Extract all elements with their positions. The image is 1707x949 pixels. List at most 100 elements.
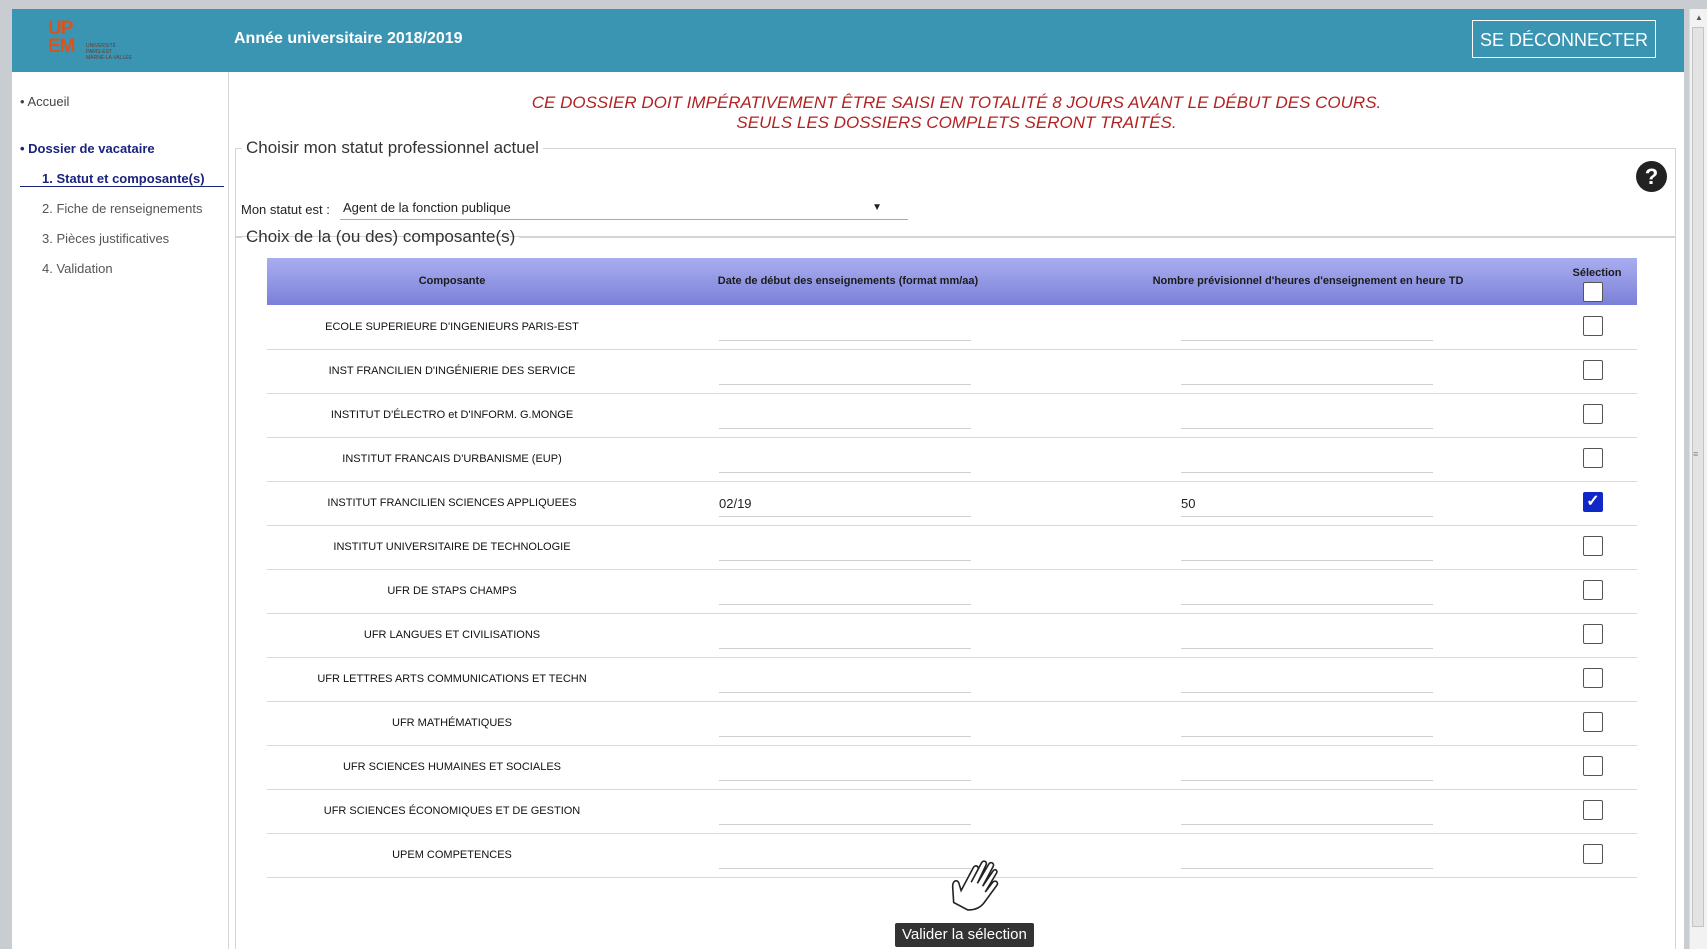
start-date-input[interactable] xyxy=(719,535,971,561)
hours-input[interactable] xyxy=(1181,667,1433,693)
logout-button[interactable]: SE DÉCONNECTER xyxy=(1471,20,1656,58)
status-fieldset: Choisir mon statut professionnel actuel xyxy=(235,138,1676,237)
table-row: INSTITUT FRANCAIS D'URBANISME (EUP) xyxy=(267,437,1637,482)
academic-year-title: Année universitaire 2018/2019 xyxy=(234,30,463,47)
table-row: UFR DE STAPS CHAMPS xyxy=(267,569,1637,614)
composante-name: ECOLE SUPERIEURE D'INGENIEURS PARIS-EST xyxy=(325,321,579,333)
start-date-input[interactable] xyxy=(719,447,971,473)
step-label: Pièces justificatives xyxy=(56,231,170,246)
start-date-input[interactable] xyxy=(719,755,971,781)
warning-line-1: CE DOSSIER DOIT IMPÉRATIVEMENT ÊTRE SAIS… xyxy=(531,93,1382,112)
sidebar-item-label: Accueil xyxy=(27,94,70,109)
selection-checkbox[interactable] xyxy=(1583,360,1603,380)
composante-name: UFR SCIENCES ÉCONOMIQUES ET DE GESTION xyxy=(323,805,581,817)
sidebar-step-2[interactable]: 2. Fiche de renseignements xyxy=(42,201,202,216)
start-date-input[interactable] xyxy=(719,667,971,693)
step-number: 1. xyxy=(42,171,53,186)
selection-checkbox[interactable] xyxy=(1583,844,1603,864)
hand-pointer-icon xyxy=(950,853,1010,922)
page-scrollbar[interactable]: ▲ ≡ xyxy=(1689,9,1707,949)
selection-checkbox[interactable] xyxy=(1583,580,1603,600)
components-legend: Choix de la (ou des) composante(s) xyxy=(246,227,516,246)
selection-checkbox[interactable] xyxy=(1583,756,1603,776)
hours-input[interactable] xyxy=(1181,799,1433,825)
sidebar-step-3[interactable]: 3. Pièces justificatives xyxy=(42,231,169,246)
sidebar-item-label: Dossier de vacataire xyxy=(28,141,155,156)
hours-input[interactable] xyxy=(1181,403,1433,429)
status-label: Mon statut est : xyxy=(241,202,330,217)
selection-checkbox[interactable] xyxy=(1583,448,1603,468)
selection-checkbox[interactable] xyxy=(1583,712,1603,732)
table-row: UFR SCIENCES ÉCONOMIQUES ET DE GESTION xyxy=(267,789,1637,834)
selection-checkbox[interactable] xyxy=(1583,316,1603,336)
composante-name: UFR LETTRES ARTS COMMUNICATIONS ET TECHN xyxy=(317,673,587,685)
selection-checkbox[interactable]: ✓ xyxy=(1583,492,1603,512)
composante-name: UFR SCIENCES HUMAINES ET SOCIALES xyxy=(342,761,561,773)
composante-name: INSTITUT FRANCILIEN SCIENCES APPLIQUEES xyxy=(327,497,577,509)
start-date-input[interactable] xyxy=(719,315,971,341)
hours-input[interactable] xyxy=(1181,711,1433,737)
hours-input[interactable] xyxy=(1181,535,1433,561)
scroll-up-arrow-icon[interactable]: ▲ xyxy=(1695,13,1703,22)
column-header-composante: Composante xyxy=(418,275,486,287)
sidebar-item-home[interactable]: • Accueil xyxy=(20,94,69,109)
start-date-input[interactable] xyxy=(719,799,971,825)
composante-name: UFR LANGUES ET CIVILISATIONS xyxy=(363,629,541,641)
upem-logo[interactable]: UP EM UNIVERSITÉ PARIS-EST MARNE-LA-VALL… xyxy=(48,18,158,64)
start-date-input[interactable] xyxy=(719,711,971,737)
composante-name: UFR DE STAPS CHAMPS xyxy=(387,585,517,597)
hours-input[interactable]: 50 xyxy=(1181,491,1433,517)
composante-name: INSTITUT D'ÉLECTRO et D'INFORM. G.MONGE xyxy=(330,409,574,421)
column-header-selection: Sélection xyxy=(1572,267,1622,279)
sidebar-step-4[interactable]: 4. Validation xyxy=(42,261,113,276)
start-date-input[interactable] xyxy=(719,579,971,605)
composante-name: INST FRANCILIEN D'INGÉNIERIE DES SERVICE xyxy=(328,365,576,377)
composante-name: UPEM COMPETENCES xyxy=(392,849,512,861)
selection-checkbox[interactable] xyxy=(1583,800,1603,820)
step-number: 4. xyxy=(42,261,53,276)
caret-down-icon: ▼ xyxy=(872,202,882,213)
start-date-input[interactable] xyxy=(719,359,971,385)
start-date-input[interactable] xyxy=(719,843,971,869)
start-date-input[interactable] xyxy=(719,623,971,649)
composante-name: UFR MATHÉMATIQUES xyxy=(392,717,512,729)
top-bar: UP EM UNIVERSITÉ PARIS-EST MARNE-LA-VALL… xyxy=(12,9,1684,72)
scrollbar-thumb[interactable] xyxy=(1692,27,1704,927)
table-header: Composante Date de début des enseignemen… xyxy=(267,258,1637,305)
composante-name: INSTITUT UNIVERSITAIRE DE TECHNOLOGIE xyxy=(333,541,571,553)
table-row: UFR MATHÉMATIQUES xyxy=(267,701,1637,746)
help-icon[interactable]: ? xyxy=(1636,161,1667,192)
main-content: CE DOSSIER DOIT IMPÉRATIVEMENT ÊTRE SAIS… xyxy=(229,72,1684,949)
hours-input[interactable] xyxy=(1181,359,1433,385)
scrollbar-grip-icon: ≡ xyxy=(1693,449,1699,459)
hours-input[interactable] xyxy=(1181,843,1433,869)
table-row: UFR LETTRES ARTS COMMUNICATIONS ET TECHN xyxy=(267,657,1637,702)
start-date-input[interactable] xyxy=(719,403,971,429)
sidebar-step-1[interactable]: 1. Statut et composante(s) xyxy=(42,171,205,186)
hours-input[interactable] xyxy=(1181,315,1433,341)
checkmark-icon: ✓ xyxy=(1586,493,1600,510)
hours-input[interactable] xyxy=(1181,755,1433,781)
sidebar-item-dossier[interactable]: • Dossier de vacataire xyxy=(20,141,155,156)
step-label: Validation xyxy=(56,261,113,276)
hours-input[interactable] xyxy=(1181,447,1433,473)
select-all-checkbox[interactable] xyxy=(1583,282,1603,302)
hours-input[interactable] xyxy=(1181,623,1433,649)
status-selected-value: Agent de la fonction publique xyxy=(343,200,511,215)
table-row: INSTITUT D'ÉLECTRO et D'INFORM. G.MONGE xyxy=(267,393,1637,438)
status-select[interactable]: Agent de la fonction publique ▼ xyxy=(340,196,908,220)
logo-text: UP EM xyxy=(48,18,75,57)
selection-checkbox[interactable] xyxy=(1583,624,1603,644)
sidebar: • Accueil • Dossier de vacataire 1. Stat… xyxy=(12,72,229,949)
table-row: UFR LANGUES ET CIVILISATIONS xyxy=(267,613,1637,658)
column-header-hours: Nombre prévisionnel d'heures d'enseignem… xyxy=(1152,275,1464,287)
table-row: ECOLE SUPERIEURE D'INGENIEURS PARIS-EST xyxy=(267,305,1637,350)
selection-checkbox[interactable] xyxy=(1583,668,1603,688)
step-label: Fiche de renseignements xyxy=(56,201,203,216)
logo-subtext: UNIVERSITÉ PARIS-EST MARNE-LA-VALLÉE xyxy=(86,43,133,61)
start-date-input[interactable]: 02/19 xyxy=(719,491,971,517)
table-row: INSTITUT FRANCILIEN SCIENCES APPLIQUEES 0… xyxy=(267,481,1637,526)
selection-checkbox[interactable] xyxy=(1583,404,1603,424)
hours-input[interactable] xyxy=(1181,579,1433,605)
selection-checkbox[interactable] xyxy=(1583,536,1603,556)
